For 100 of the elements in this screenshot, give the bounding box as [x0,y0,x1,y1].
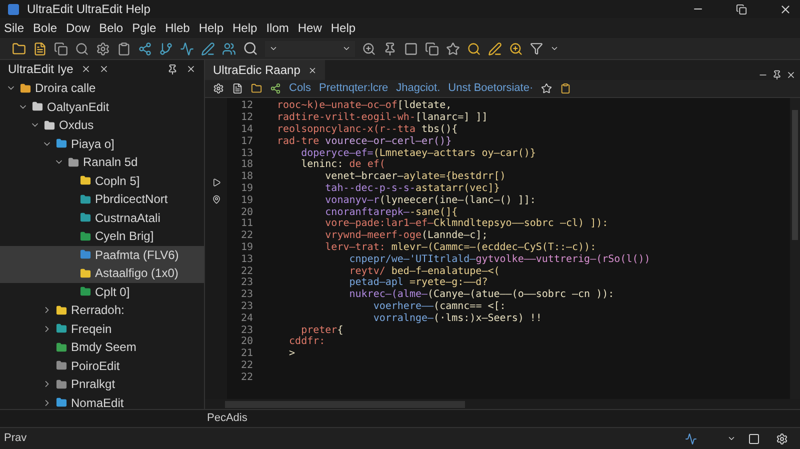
breadcrumb[interactable]: Prettnqter:lcre [319,80,388,97]
tree-item[interactable]: Oxdus [0,116,204,134]
code-line: vorralnge–(·lms:)x–Seers) !! [372,312,542,324]
search-icon[interactable] [75,42,89,56]
file-icon[interactable] [232,83,243,94]
breadcrumb[interactable]: Cols [289,80,312,97]
editor-tab[interactable]: UltraEdic Raanp [205,60,308,80]
menu-item[interactable]: Pgle [132,19,156,37]
line-number: 23 [240,276,253,290]
tree-item-label: Ranaln 5d [83,154,138,172]
wave-icon[interactable] [685,432,697,444]
panel-tab[interactable]: PecAdis [207,410,248,427]
code-line: cnpepr/we–'UTItrlald–gytvolke––vuttrerig–(rSo(l()) [348,254,650,265]
pen-icon[interactable] [488,42,502,56]
tree-item[interactable]: PoiroEdit [0,356,204,375]
frame-icon[interactable] [748,432,760,444]
scrollbar[interactable] [790,98,800,399]
settings-icon[interactable] [213,83,224,94]
status-text: Prav [4,431,27,446]
close-icon[interactable] [99,64,110,74]
close-icon[interactable] [186,64,196,74]
menu-item[interactable]: Help [232,19,258,37]
menu-item[interactable]: Hew [298,19,322,37]
app-icon [8,4,19,14]
copy-icon[interactable] [425,42,439,56]
tree-item[interactable]: OaltyanEdit [0,98,204,116]
branch-icon[interactable] [270,83,281,94]
tree-item-label: Paafmta (FLV6) [95,246,179,264]
close-icon[interactable] [779,2,792,16]
line-number: 12 [240,99,253,112]
horizontal-scrollbar[interactable] [225,400,465,408]
tree-item[interactable]: Cplt 0] [0,282,204,301]
code-line: vonanyv–r(lyneecer(ine–(lanc–() ]]: [324,194,536,206]
settings-icon[interactable] [96,42,110,56]
tree-item[interactable]: NomaEdit [0,394,204,412]
zoom-icon[interactable] [509,42,523,56]
tree-item[interactable]: CustrnaAtali [0,208,204,227]
menu-item[interactable]: Dow [66,19,90,37]
pin-icon[interactable] [167,64,178,74]
tree-item[interactable]: Pnralkgt [0,375,204,394]
panel-tab[interactable]: UltraEdit Iye [8,60,74,78]
code-line: cnoranftarepk–-sane(]{ [324,206,458,218]
tree-item[interactable]: Piaya o] [0,134,204,153]
breadcrumb[interactable]: Unst Boetorsiate· [448,80,534,97]
tree-item[interactable]: PbrdicectNort [0,190,204,208]
tree-item[interactable]: Ranaln 5d [0,153,204,172]
folder-icon[interactable] [12,42,26,56]
chart-icon[interactable] [180,42,194,56]
code-line: voerhere––(camnc== <[: [372,300,506,312]
caret-icon [342,44,351,53]
tree-item[interactable]: Bmdy Seem [0,338,204,356]
zoom-icon[interactable] [362,42,376,56]
pin-icon[interactable] [772,70,782,80]
caret-icon[interactable] [727,434,736,443]
line-number: 19 [240,240,253,254]
pen-icon[interactable] [201,42,215,56]
code-line: preter{ [300,324,344,336]
tree-item-label: Oxdus [59,117,94,134]
line-number: 24 [240,312,253,326]
copy-icon[interactable] [54,42,68,56]
folder-icon[interactable] [251,83,262,94]
file-icon[interactable] [33,42,47,56]
tree-item[interactable]: Rerradoh: [0,301,204,320]
breadcrumb[interactable]: Jhagciot. [396,80,440,97]
close-icon[interactable] [786,70,796,80]
menu-item[interactable]: Hleb [165,19,190,37]
close-icon[interactable] [308,60,326,80]
star-icon[interactable] [446,42,460,56]
star-icon[interactable] [541,83,552,94]
tree-item[interactable]: Cyeln Brig] [0,227,204,246]
users-icon[interactable] [222,42,236,56]
restore-icon[interactable] [736,4,747,14]
tree-item-label: Cplt 0] [95,284,130,301]
clipboard-icon[interactable] [117,42,131,56]
tree-item[interactable]: Copln 5] [0,172,204,190]
tree-item[interactable]: Astaalfigo (1x0) [0,264,204,282]
pin-icon[interactable] [383,42,397,56]
code-line: doperyce–ef=(Lmnetaey–acttars oy–car()} [300,148,536,159]
branch-icon[interactable] [159,42,173,56]
pin-icon[interactable] [212,195,220,204]
close-icon[interactable] [81,64,92,74]
frame-icon[interactable] [404,42,418,56]
share-icon[interactable] [138,42,152,56]
tree-item[interactable]: Droira calle [0,79,204,98]
search-icon[interactable] [243,41,258,56]
tree-item-label: Pnralkgt [71,376,116,394]
search-icon[interactable] [467,42,481,56]
line-number: 22 [240,370,253,385]
menu-item[interactable]: Help [330,19,356,37]
play-icon[interactable] [212,178,220,187]
filter-icon[interactable] [530,42,543,55]
menu-item[interactable]: Bole [33,19,58,37]
menu-item[interactable]: Ilom [266,19,289,37]
menu-item[interactable]: Sile [4,19,24,37]
settings-icon[interactable] [776,432,788,444]
menu-item[interactable]: Belo [99,19,124,37]
clipboard-icon[interactable] [560,83,572,94]
tree-item[interactable]: Paafmta (FLV6) [0,246,204,264]
menu-item[interactable]: Help [198,19,224,37]
tree-item[interactable]: Freqein [0,320,204,338]
